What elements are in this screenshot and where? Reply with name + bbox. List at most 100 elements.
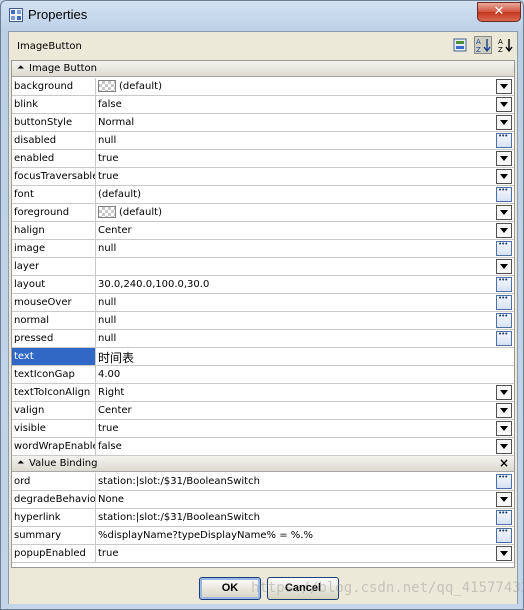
property-value-text: null	[98, 243, 117, 254]
property-name: buttonStyle	[12, 114, 96, 131]
dropdown-arrow-icon[interactable]	[496, 79, 512, 94]
property-value-text: true	[98, 548, 119, 559]
property-value-text: true	[98, 153, 119, 164]
property-value[interactable]: (default)	[98, 186, 496, 203]
property-name: blink	[12, 96, 96, 113]
dropdown-arrow-icon[interactable]	[496, 205, 512, 220]
ellipsis-button[interactable]	[496, 527, 512, 543]
property-row-font[interactable]: font (default)	[12, 186, 514, 204]
property-value[interactable]: false	[98, 96, 496, 113]
property-value[interactable]: true	[98, 168, 496, 185]
ellipsis-button[interactable]	[496, 330, 512, 346]
property-value[interactable]: 4.00	[98, 366, 496, 383]
property-value[interactable]: (default)	[98, 204, 496, 221]
properties-panel: ImageButton A Z A Z ⏶ Image Button backg…	[8, 31, 518, 604]
property-row-summary[interactable]: summary %displayName?typeDisplayName% = %…	[12, 527, 514, 545]
property-value[interactable]: station:|slot:/$31/BooleanSwitch	[98, 473, 496, 490]
property-value[interactable]: None	[98, 491, 496, 508]
svg-text:Z: Z	[498, 46, 503, 53]
property-row-degradeBehavior[interactable]: degradeBehavior None	[12, 491, 514, 509]
property-value[interactable]: null	[98, 132, 496, 149]
property-row-buttonStyle[interactable]: buttonStyle Normal	[12, 114, 514, 132]
property-value[interactable]: 30.0,240.0,100.0,30.0	[98, 276, 496, 293]
property-value[interactable]: null	[98, 330, 496, 347]
property-value[interactable]: null	[98, 294, 496, 311]
property-value-text: null	[98, 315, 117, 326]
section-header[interactable]: ⏶ Value Binding ×	[12, 456, 514, 472]
ellipsis-button[interactable]	[496, 473, 512, 489]
property-value-text: (default)	[119, 81, 162, 92]
property-value[interactable]: station:|slot:/$31/BooleanSwitch	[98, 509, 496, 526]
property-row-valign[interactable]: valign Center	[12, 402, 514, 420]
property-value-text: Right	[98, 387, 125, 398]
property-row-textToIconAlign[interactable]: textToIconAlign Right	[12, 384, 514, 402]
property-row-halign[interactable]: halign Center	[12, 222, 514, 240]
property-row-image[interactable]: image null	[12, 240, 514, 258]
svg-text:Z: Z	[476, 46, 481, 53]
sort-category-icon[interactable]: A Z	[496, 36, 514, 54]
property-value[interactable]: Center	[98, 402, 496, 419]
property-row-focusTraversable[interactable]: focusTraversable true	[12, 168, 514, 186]
property-value[interactable]	[98, 258, 496, 275]
property-row-blink[interactable]: blink false	[12, 96, 514, 114]
property-value-text: false	[98, 441, 122, 452]
property-value[interactable]: Center	[98, 222, 496, 239]
dropdown-arrow-icon[interactable]	[496, 385, 512, 400]
property-row-layer[interactable]: layer	[12, 258, 514, 276]
dropdown-arrow-icon[interactable]	[496, 151, 512, 166]
property-row-textIconGap[interactable]: textIconGap 4.00	[12, 366, 514, 384]
sort-alpha-icon[interactable]: A Z	[474, 36, 492, 54]
dropdown-arrow-icon[interactable]	[496, 439, 512, 454]
property-row-foreground[interactable]: foreground (default)	[12, 204, 514, 222]
property-row-visible[interactable]: visible true	[12, 420, 514, 438]
property-value[interactable]: null	[98, 240, 496, 257]
property-row-pressed[interactable]: pressed null	[12, 330, 514, 348]
property-value[interactable]: 时间表	[98, 348, 496, 365]
title-bar[interactable]: Properties ✕	[1, 1, 523, 31]
dropdown-arrow-icon[interactable]	[496, 259, 512, 274]
dropdown-arrow-icon[interactable]	[496, 492, 512, 507]
ellipsis-button[interactable]	[496, 312, 512, 328]
ellipsis-button[interactable]	[496, 294, 512, 310]
property-row-wordWrapEnabled[interactable]: wordWrapEnabled false	[12, 438, 514, 456]
property-value[interactable]: true	[98, 545, 496, 562]
ellipsis-button[interactable]	[496, 276, 512, 292]
property-name: popupEnabled	[12, 545, 96, 562]
ellipsis-button[interactable]	[496, 132, 512, 148]
property-name: halign	[12, 222, 96, 239]
dropdown-arrow-icon[interactable]	[496, 115, 512, 130]
ellipsis-button[interactable]	[496, 509, 512, 525]
property-value[interactable]: null	[98, 312, 496, 329]
property-row-disabled[interactable]: disabled null	[12, 132, 514, 150]
ellipsis-button[interactable]	[496, 240, 512, 256]
property-row-layout[interactable]: layout 30.0,240.0,100.0,30.0	[12, 276, 514, 294]
property-value[interactable]: (default)	[98, 78, 496, 95]
property-row-enabled[interactable]: enabled true	[12, 150, 514, 168]
collapse-arrow-icon[interactable]: ⏶	[17, 63, 24, 73]
section-header[interactable]: ⏶ Image Button	[12, 61, 514, 77]
property-value[interactable]: Normal	[98, 114, 496, 131]
property-row-ord[interactable]: ord station:|slot:/$31/BooleanSwitch	[12, 473, 514, 491]
close-icon[interactable]: ×	[499, 456, 509, 470]
property-row-normal[interactable]: normal null	[12, 312, 514, 330]
dropdown-arrow-icon[interactable]	[496, 546, 512, 561]
property-value[interactable]: %displayName?typeDisplayName% = %.%	[98, 527, 496, 544]
property-row-popupEnabled[interactable]: popupEnabled true	[12, 545, 514, 563]
property-row-mouseOver[interactable]: mouseOver null	[12, 294, 514, 312]
dropdown-arrow-icon[interactable]	[496, 223, 512, 238]
property-row-hyperlink[interactable]: hyperlink station:|slot:/$31/BooleanSwitc…	[12, 509, 514, 527]
property-row-background[interactable]: background (default)	[12, 78, 514, 96]
dropdown-arrow-icon[interactable]	[496, 169, 512, 184]
property-value[interactable]: Right	[98, 384, 496, 401]
dropdown-arrow-icon[interactable]	[496, 97, 512, 112]
ellipsis-button[interactable]	[496, 186, 512, 202]
dropdown-arrow-icon[interactable]	[496, 421, 512, 436]
dropdown-arrow-icon[interactable]	[496, 403, 512, 418]
property-value[interactable]: false	[98, 438, 496, 455]
property-row-text[interactable]: text 时间表	[12, 348, 514, 366]
show-hide-icon[interactable]	[451, 36, 469, 54]
collapse-arrow-icon[interactable]: ⏶	[17, 458, 24, 468]
property-value[interactable]: true	[98, 420, 496, 437]
property-value[interactable]: true	[98, 150, 496, 167]
window-close-button[interactable]: ✕	[477, 2, 521, 22]
